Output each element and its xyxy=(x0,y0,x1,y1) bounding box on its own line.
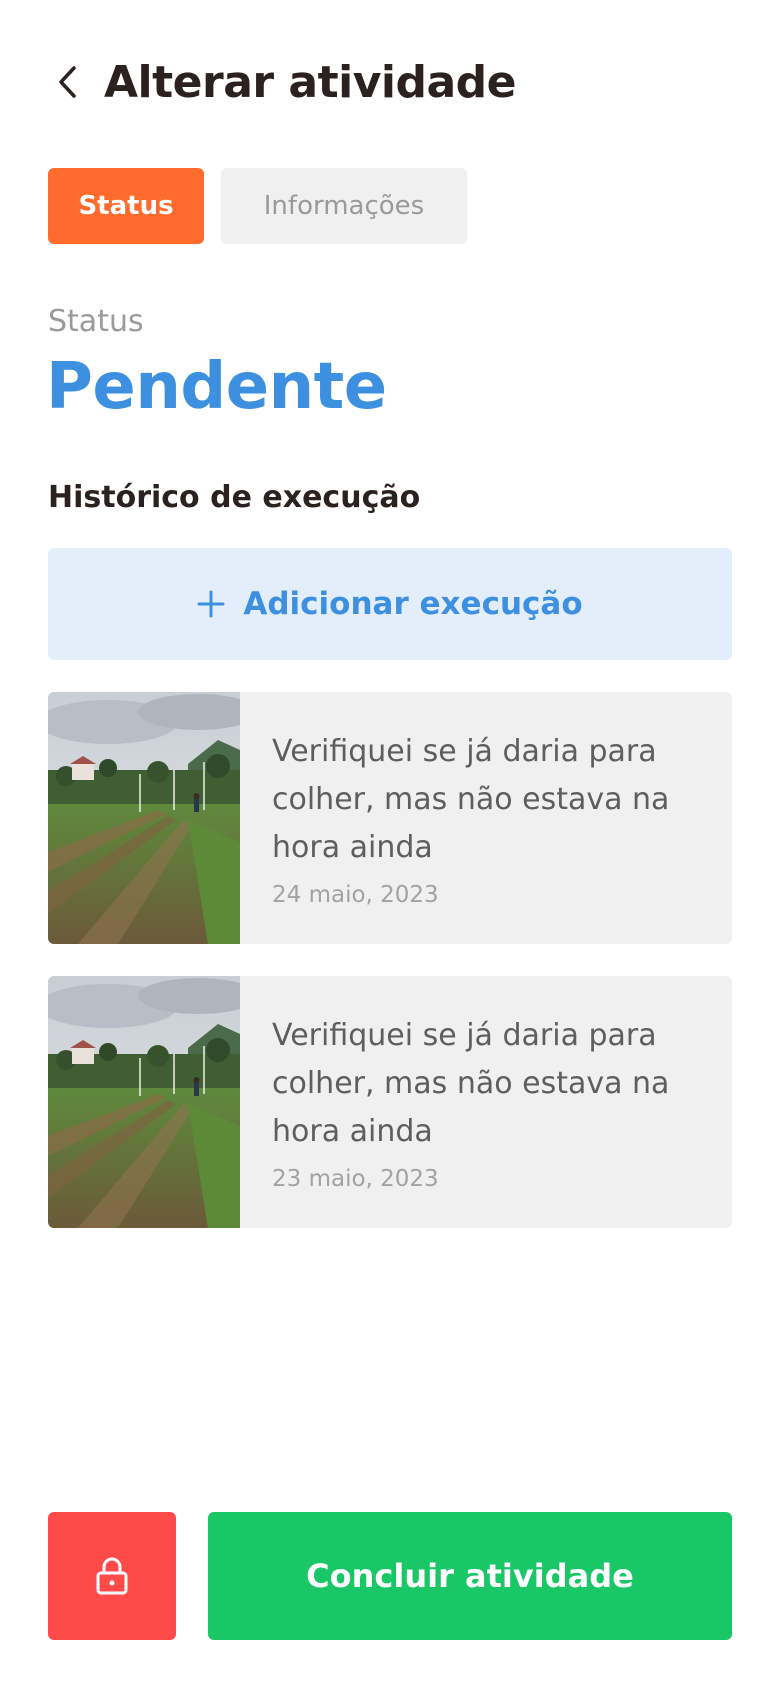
tab-status[interactable]: Status xyxy=(48,168,204,244)
status-label: Status xyxy=(48,304,144,339)
plus-icon xyxy=(197,590,225,618)
execution-card[interactable]: Verifiquei se já daria para colher, mas … xyxy=(48,692,732,944)
field-photo xyxy=(48,976,240,1228)
header: Alterar atividade xyxy=(48,52,517,112)
execution-date: 23 maio, 2023 xyxy=(272,1166,439,1192)
execution-description: Verifiquei se já daria para colher, mas … xyxy=(272,1018,670,1149)
page-title: Alterar atividade xyxy=(104,56,517,108)
complete-activity-button[interactable]: Concluir atividade xyxy=(208,1512,732,1640)
add-execution-label: Adicionar execução xyxy=(243,586,583,622)
tab-bar: Status Informações xyxy=(48,168,467,244)
execution-content: Verifiquei se já daria para colher, mas … xyxy=(240,692,732,944)
chevron-left-icon xyxy=(59,66,76,98)
execution-description: Verifiquei se já daria para colher, mas … xyxy=(272,734,670,865)
back-button[interactable] xyxy=(48,62,88,102)
field-photo xyxy=(48,692,240,944)
add-execution-button[interactable]: Adicionar execução xyxy=(48,548,732,660)
status-value: Pendente xyxy=(46,350,387,424)
execution-date: 24 maio, 2023 xyxy=(272,882,439,908)
lock-button[interactable] xyxy=(48,1512,176,1640)
history-title: Histórico de execução xyxy=(48,480,421,515)
lock-icon xyxy=(96,1557,128,1595)
execution-content: Verifiquei se já daria para colher, mas … xyxy=(240,976,732,1228)
execution-card[interactable]: Verifiquei se já daria para colher, mas … xyxy=(48,976,732,1228)
tab-informacoes[interactable]: Informações xyxy=(221,168,467,244)
